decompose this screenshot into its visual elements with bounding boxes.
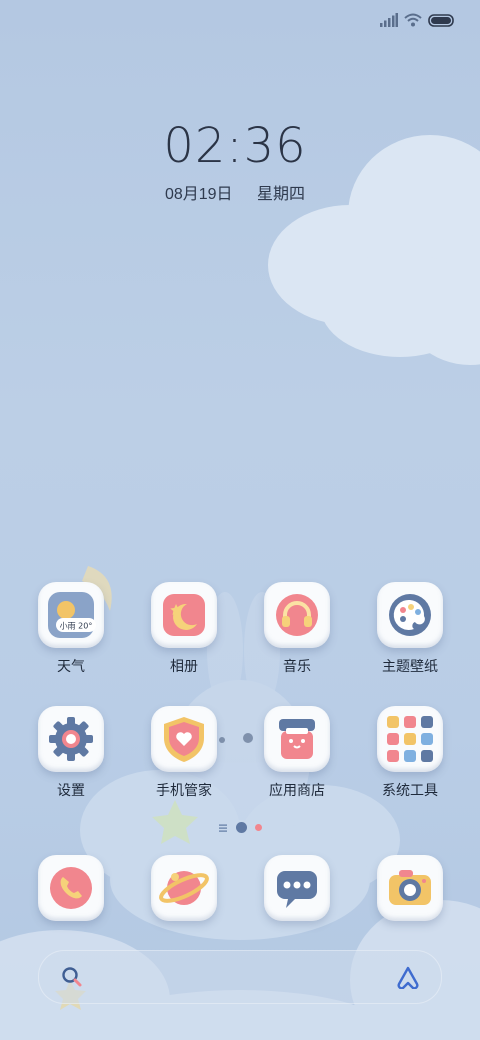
weather-temp: 20° <box>78 622 92 631</box>
security-icon <box>151 706 217 772</box>
app-settings[interactable]: 设置 <box>15 706 127 800</box>
search-bar[interactable] <box>38 950 442 1004</box>
app-music[interactable]: 音乐 <box>241 582 353 676</box>
app-label: 主题壁纸 <box>382 658 438 674</box>
app-label: 音乐 <box>283 658 311 674</box>
dock-messages[interactable] <box>241 855 353 921</box>
theme-icon <box>377 582 443 648</box>
folder-system-tools[interactable]: 系统工具 <box>354 706 466 800</box>
weather-icon: 小雨 20° <box>38 582 104 648</box>
settings-icon <box>38 706 104 772</box>
page-list-icon <box>219 824 227 832</box>
app-label: 设置 <box>57 782 85 798</box>
app-theme[interactable]: 主题壁纸 <box>354 582 466 676</box>
tools-folder-icon <box>377 706 443 772</box>
app-label: 天气 <box>57 658 85 674</box>
clock-time[interactable]: 02:36 <box>0 118 470 174</box>
phone-icon <box>38 855 104 921</box>
weather-widget-text: 小雨 20° <box>60 622 93 631</box>
camera-icon <box>377 855 443 921</box>
app-gallery[interactable]: 相册 <box>128 582 240 676</box>
home-screen: 02:36 08月19日 星期四 小雨 20° 天气 相册 音乐 主题壁纸 设置… <box>0 0 480 1040</box>
app-security[interactable]: 手机管家 <box>128 706 240 800</box>
app-label: 应用商店 <box>269 782 325 798</box>
page-dot-active <box>236 822 247 833</box>
gallery-icon <box>151 582 217 648</box>
weekday-label: 星期四 <box>257 186 306 203</box>
app-weather[interactable]: 小雨 20° 天气 <box>15 582 127 676</box>
search-icon[interactable] <box>61 966 83 988</box>
dock-camera[interactable] <box>354 855 466 921</box>
app-store-icon <box>264 706 330 772</box>
clock-date: 08月19日 星期四 <box>0 180 470 204</box>
page-indicator[interactable] <box>218 822 262 833</box>
app-label: 手机管家 <box>156 782 212 798</box>
status-bar <box>380 10 456 30</box>
dock-phone[interactable] <box>15 855 127 921</box>
page-dot <box>255 824 262 831</box>
browser-icon <box>151 855 217 921</box>
app-store[interactable]: 应用商店 <box>241 706 353 800</box>
weather-condition: 小雨 <box>60 622 76 631</box>
dock-browser[interactable] <box>128 855 240 921</box>
signal-icon <box>380 13 398 27</box>
wifi-icon <box>404 13 422 27</box>
app-label: 系统工具 <box>382 782 438 798</box>
music-icon <box>264 582 330 648</box>
app-label: 相册 <box>170 658 198 674</box>
battery-icon <box>428 13 454 27</box>
date-label: 08月19日 <box>164 186 233 203</box>
messages-icon <box>264 855 330 921</box>
assistant-icon[interactable] <box>395 965 421 989</box>
